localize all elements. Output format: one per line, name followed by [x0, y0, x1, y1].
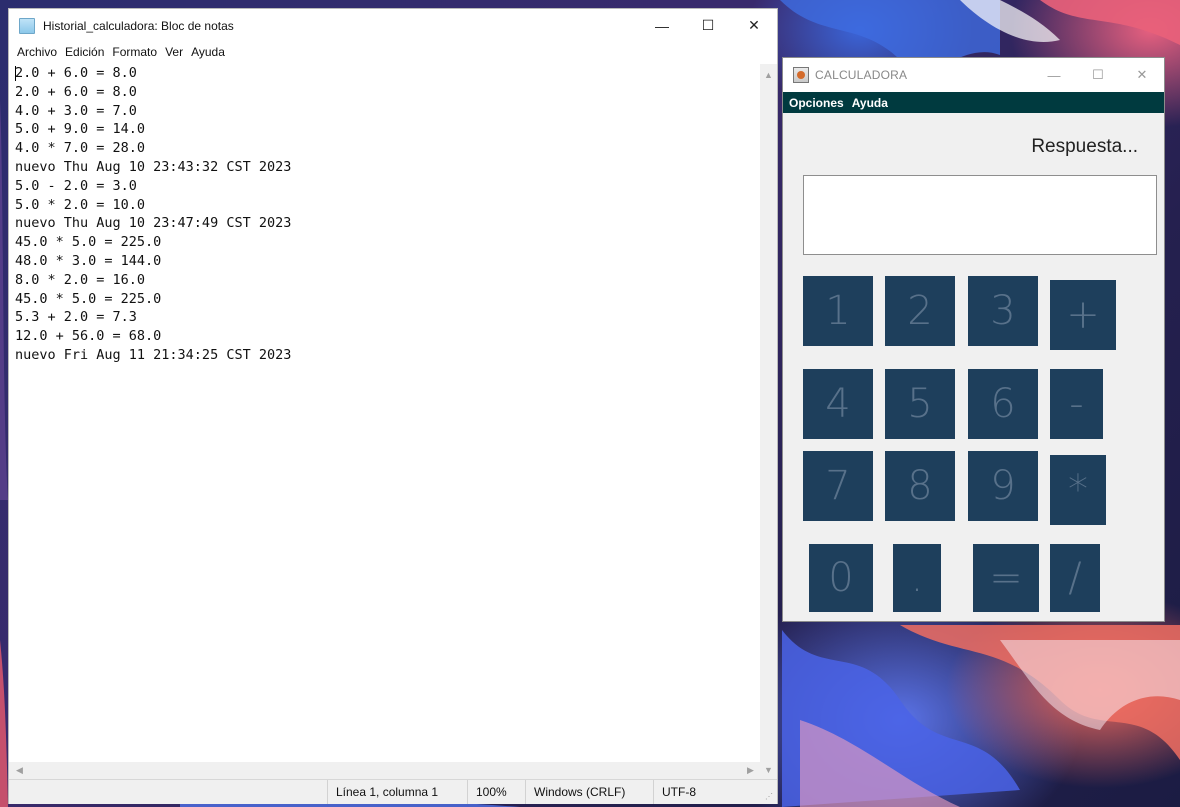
- menu-opciones[interactable]: Opciones: [787, 96, 850, 110]
- text-caret: [15, 66, 16, 81]
- calculator-window: CALCULADORA — ☐ ✕ Opciones Ayuda Respues…: [782, 57, 1165, 622]
- key-9-button[interactable]: 9: [968, 451, 1038, 521]
- notepad-menubar: Archivo Edición Formato Ver Ayuda: [9, 42, 777, 62]
- text-editor[interactable]: 2.0 + 6.0 = 8.0 2.0 + 6.0 = 8.0 4.0 + 3.0 …: [9, 64, 759, 764]
- menu-formato[interactable]: Formato: [108, 45, 161, 59]
- divide-button[interactable]: /: [1050, 544, 1100, 612]
- text-line: 5.0 - 2.0 = 3.0: [15, 177, 137, 194]
- result-display[interactable]: [803, 175, 1157, 255]
- menu-archivo[interactable]: Archivo: [13, 45, 61, 59]
- java-icon: [793, 67, 809, 83]
- text-line: 5.3 + 2.0 = 7.3: [15, 309, 137, 326]
- text-line: 45.0 * 5.0 = 225.0: [15, 290, 162, 307]
- status-encoding: UTF-8: [653, 780, 763, 804]
- text-line: 2.0 + 6.0 = 8.0: [15, 65, 137, 81]
- notepad-window-controls: — ☐ ✕: [639, 9, 777, 42]
- text-line: 45.0 * 5.0 = 225.0: [15, 234, 162, 251]
- text-line: 5.0 + 9.0 = 14.0: [15, 121, 146, 138]
- key-2-button[interactable]: 2: [885, 276, 955, 346]
- equals-button[interactable]: =: [973, 544, 1039, 612]
- text-line: 5.0 * 2.0 = 10.0: [15, 196, 146, 213]
- text-line: nuevo Fri Aug 11 21:34:25 CST 2023: [15, 346, 292, 363]
- text-line: 48.0 * 3.0 = 144.0: [15, 252, 162, 269]
- calculator-menubar: Opciones Ayuda: [783, 92, 1164, 113]
- answer-label: Respuesta...: [1031, 136, 1138, 157]
- key-8-button[interactable]: 8: [885, 451, 955, 521]
- scroll-left-icon[interactable]: ◀: [11, 762, 28, 779]
- minus-button[interactable]: -: [1050, 369, 1103, 439]
- notepad-icon: [19, 17, 35, 34]
- text-line: 4.0 * 7.0 = 28.0: [15, 140, 146, 157]
- notepad-title: Historial_calculadora: Bloc de notas: [43, 18, 234, 33]
- calculator-title: CALCULADORA: [815, 68, 908, 82]
- plus-button[interactable]: +: [1050, 280, 1116, 350]
- key-0-button[interactable]: 0: [809, 544, 873, 612]
- dot-button[interactable]: .: [893, 544, 941, 612]
- menu-edicion[interactable]: Edición: [61, 45, 108, 59]
- menu-ayuda[interactable]: Ayuda: [850, 96, 894, 110]
- status-cursor-position: Línea 1, columna 1: [327, 780, 467, 804]
- text-line: nuevo Thu Aug 10 23:47:49 CST 2023: [15, 215, 292, 232]
- vertical-scrollbar[interactable]: ▲ ▼: [760, 64, 777, 780]
- scroll-right-icon[interactable]: ▶: [742, 762, 759, 779]
- text-line: 4.0 + 3.0 = 7.0: [15, 102, 137, 119]
- calculator-titlebar[interactable]: CALCULADORA — ☐ ✕: [783, 58, 1164, 92]
- calculator-window-controls: — ☐ ✕: [1032, 58, 1164, 92]
- text-line: 8.0 * 2.0 = 16.0: [15, 271, 146, 288]
- status-line-ending: Windows (CRLF): [525, 780, 653, 804]
- status-bar: Línea 1, columna 1 100% Windows (CRLF) U…: [9, 779, 777, 804]
- key-3-button[interactable]: 3: [968, 276, 1038, 346]
- close-icon[interactable]: ✕: [1120, 58, 1164, 92]
- status-zoom: 100%: [467, 780, 525, 804]
- minimize-icon[interactable]: —: [1032, 58, 1076, 92]
- menu-ver[interactable]: Ver: [161, 45, 187, 59]
- text-line: 12.0 + 56.0 = 68.0: [15, 328, 162, 345]
- text-line: 2.0 + 6.0 = 8.0: [15, 83, 137, 100]
- multiply-button[interactable]: *: [1050, 455, 1106, 525]
- text-line: nuevo Thu Aug 10 23:43:32 CST 2023: [15, 158, 292, 175]
- scroll-down-icon[interactable]: ▼: [760, 761, 777, 778]
- maximize-icon[interactable]: ☐: [685, 9, 731, 42]
- menu-ayuda[interactable]: Ayuda: [187, 45, 229, 59]
- scroll-up-icon[interactable]: ▲: [760, 66, 777, 83]
- key-5-button[interactable]: 5: [885, 369, 955, 439]
- notepad-titlebar[interactable]: Historial_calculadora: Bloc de notas — ☐…: [9, 9, 777, 42]
- resize-grip-icon[interactable]: ⋰: [765, 792, 775, 802]
- maximize-icon[interactable]: ☐: [1076, 58, 1120, 92]
- close-icon[interactable]: ✕: [731, 9, 777, 42]
- key-4-button[interactable]: 4: [803, 369, 873, 439]
- key-7-button[interactable]: 7: [803, 451, 873, 521]
- minimize-icon[interactable]: —: [639, 9, 685, 42]
- key-1-button[interactable]: 1: [803, 276, 873, 346]
- horizontal-scrollbar[interactable]: ◀ ▶: [9, 762, 761, 779]
- notepad-window: Historial_calculadora: Bloc de notas — ☐…: [8, 8, 778, 804]
- key-6-button[interactable]: 6: [968, 369, 1038, 439]
